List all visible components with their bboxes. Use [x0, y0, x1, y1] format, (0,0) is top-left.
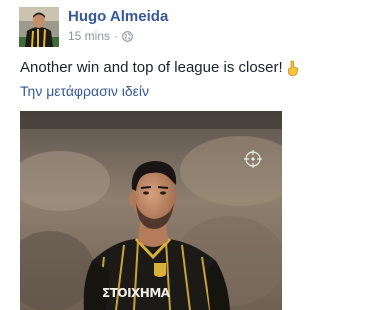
post-photo[interactable]: ΣΤΟΙΧΗΜΑ	[20, 111, 282, 310]
post-meta: 15 mins ·	[68, 29, 133, 43]
globe-icon[interactable]	[122, 30, 133, 42]
jersey-sponsor-text: ΣΤΟΙΧΗΜΑ	[102, 286, 170, 300]
post-timestamp[interactable]: 15 mins	[68, 29, 110, 43]
post-message: Another win and top of league is closer!	[20, 59, 300, 76]
facebook-post: Hugo Almeida 15 mins · Another win and t…	[0, 0, 391, 310]
pointing-up-finger-icon	[286, 60, 300, 76]
author-name[interactable]: Hugo Almeida	[68, 8, 168, 25]
player-photo	[20, 111, 282, 310]
author-avatar[interactable]	[19, 7, 59, 47]
meta-separator: ·	[114, 29, 119, 43]
post-message-text: Another win and top of league is closer!	[20, 59, 283, 76]
see-translation-link[interactable]: Την μετάφρασιν ιδείν	[20, 83, 149, 99]
avatar-photo	[19, 7, 59, 47]
